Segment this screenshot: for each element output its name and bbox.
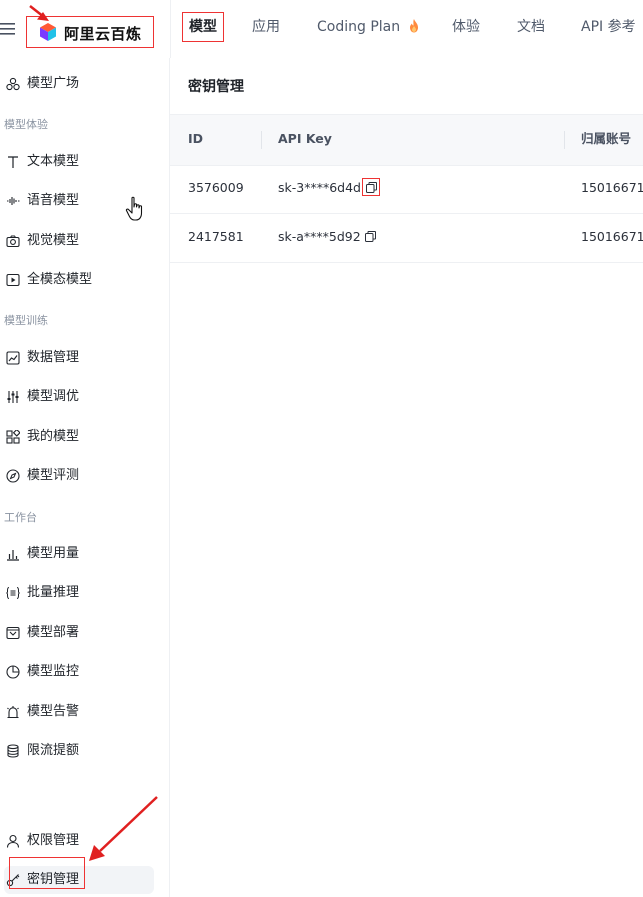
sidebar-item-label: 模型评测 bbox=[27, 468, 80, 483]
compass-icon bbox=[6, 469, 20, 483]
sidebar-item-label: 模型广场 bbox=[27, 76, 80, 91]
sidebar-item-label: 全模态模型 bbox=[27, 272, 93, 287]
sidebar-item-label: 视觉模型 bbox=[27, 233, 80, 248]
audio-wave-icon bbox=[7, 197, 20, 205]
nav-tab-api-reference[interactable]: API 参考 bbox=[581, 12, 636, 42]
cell-api-key: sk-3****6d4d bbox=[278, 164, 380, 213]
column-divider bbox=[564, 131, 565, 149]
nav-tab-api-reference-label: API 参考 bbox=[581, 19, 636, 35]
sidebar-item-label: 数据管理 bbox=[27, 350, 80, 365]
brand-name: 阿里云百炼 bbox=[64, 25, 142, 43]
sidebar-item-text-model[interactable]: 文本模型 bbox=[0, 148, 160, 176]
sidebar-item-model-tuning[interactable]: 模型调优 bbox=[0, 383, 160, 411]
sidebar-item-label: 批量推理 bbox=[27, 585, 80, 600]
sidebar-item-rate-limit[interactable]: 限流提额 bbox=[0, 737, 160, 765]
column-header-id: ID bbox=[188, 131, 204, 146]
chart-line-icon bbox=[6, 351, 20, 365]
table-header: ID API Key 归属账号 bbox=[170, 114, 643, 166]
sidebar-item-label: 模型用量 bbox=[27, 546, 80, 561]
annotation-highlight-key-management bbox=[9, 857, 85, 889]
download-box-icon bbox=[6, 626, 20, 640]
column-header-account: 归属账号 bbox=[581, 131, 632, 146]
sidebar-item-label: 模型调优 bbox=[27, 389, 80, 404]
nav-tab-docs[interactable]: 文档 bbox=[517, 12, 545, 42]
nav-tab-apps-label: 应用 bbox=[252, 19, 280, 35]
column-divider bbox=[261, 131, 262, 149]
cell-account: 150166712 bbox=[581, 180, 643, 195]
sidebar-item-batch-inference[interactable]: 批量推理 bbox=[0, 579, 160, 607]
nav-tab-coding-plan-label: Coding Plan bbox=[317, 19, 401, 35]
brand-logo[interactable]: 阿里云百炼 bbox=[26, 16, 154, 48]
sidebar-item-model-evaluation[interactable]: 模型评测 bbox=[0, 462, 160, 490]
hand-cursor-icon bbox=[125, 196, 143, 221]
sidebar-item-label: 限流提额 bbox=[27, 743, 80, 758]
sidebar-item-label: 文本模型 bbox=[27, 154, 80, 169]
camera-icon bbox=[6, 235, 20, 248]
cell-id: 2417581 bbox=[188, 229, 244, 244]
page-title: 密钥管理 bbox=[188, 79, 244, 95]
copy-button[interactable] bbox=[362, 178, 380, 196]
api-key-text: sk-a****5d92 bbox=[278, 229, 361, 244]
sidebar-item-label: 我的模型 bbox=[27, 429, 80, 444]
header-divider bbox=[170, 0, 171, 58]
api-key-text: sk-3****6d4d bbox=[278, 180, 361, 195]
cell-id: 3576009 bbox=[188, 180, 244, 195]
top-bar: 阿里云百炼 模型 应用 Coding Plan 体验 文档 API 参考 bbox=[0, 0, 643, 58]
sidebar: 模型广场 模型体验 文本模型 语音模型 视觉模型 全模态模型 模型训练 数据管理… bbox=[0, 58, 170, 897]
sidebar-item-label: 权限管理 bbox=[27, 833, 80, 848]
sidebar-item-omni-model[interactable]: 全模态模型 bbox=[0, 266, 160, 294]
sidebar-group-training: 模型训练 bbox=[4, 314, 48, 327]
sidebar-item-label: 模型监控 bbox=[27, 664, 80, 679]
copy-icon bbox=[366, 182, 377, 193]
alarm-bell-icon bbox=[7, 706, 19, 719]
sidebar-item-model-square[interactable]: 模型广场 bbox=[0, 70, 160, 98]
sidebar-item-label: 语音模型 bbox=[27, 193, 80, 208]
nav-tab-models[interactable]: 模型 bbox=[182, 12, 224, 42]
grid-blocks-icon bbox=[6, 430, 20, 444]
cloud-network-icon bbox=[6, 77, 20, 91]
sidebar-item-label: 模型告警 bbox=[27, 704, 80, 719]
sidebar-item-model-usage[interactable]: 模型用量 bbox=[0, 540, 160, 568]
nav-tab-docs-label: 文档 bbox=[517, 19, 545, 35]
main-content: 密钥管理 ID API Key 归属账号 3576009 sk-3****6d4… bbox=[170, 58, 643, 897]
text-t-icon bbox=[8, 156, 18, 168]
sidebar-group-workbench: 工作台 bbox=[4, 511, 37, 524]
nav-tab-experience[interactable]: 体验 bbox=[452, 12, 480, 42]
sidebar-group-experience: 模型体验 bbox=[4, 118, 48, 131]
hamburger-menu-icon[interactable] bbox=[0, 22, 16, 36]
sliders-icon bbox=[7, 391, 19, 403]
sidebar-item-model-monitoring[interactable]: 模型监控 bbox=[0, 658, 160, 686]
database-icon bbox=[7, 744, 19, 758]
table-row: 3576009 sk-3****6d4d 150166712 bbox=[170, 164, 643, 214]
nav-tab-models-label: 模型 bbox=[189, 19, 217, 35]
column-header-api-key: API Key bbox=[278, 131, 332, 146]
cell-api-key: sk-a****5d92 bbox=[278, 213, 376, 262]
brand-logo-icon bbox=[40, 23, 56, 41]
sidebar-item-permissions[interactable]: 权限管理 bbox=[0, 827, 160, 855]
nav-tab-experience-label: 体验 bbox=[452, 19, 480, 35]
sidebar-item-label: 模型部署 bbox=[27, 625, 80, 640]
pie-chart-icon bbox=[6, 665, 20, 679]
flame-icon bbox=[409, 19, 418, 33]
sidebar-item-vision-model[interactable]: 视觉模型 bbox=[0, 227, 160, 255]
sidebar-item-model-deployment[interactable]: 模型部署 bbox=[0, 619, 160, 647]
user-icon bbox=[6, 834, 20, 848]
cell-account: 150166712 bbox=[581, 229, 643, 244]
copy-icon[interactable] bbox=[364, 231, 376, 242]
sidebar-item-data-management[interactable]: 数据管理 bbox=[0, 344, 160, 372]
nav-tab-apps[interactable]: 应用 bbox=[252, 12, 280, 42]
list-brackets-icon bbox=[6, 587, 20, 599]
sidebar-item-my-models[interactable]: 我的模型 bbox=[0, 423, 160, 451]
sidebar-item-model-alerts[interactable]: 模型告警 bbox=[0, 698, 160, 726]
nav-tab-coding-plan[interactable]: Coding Plan bbox=[317, 12, 420, 42]
bar-chart-icon bbox=[7, 550, 19, 561]
media-frame-icon bbox=[6, 273, 20, 287]
table-row: 2417581 sk-a****5d92 150166712 bbox=[170, 213, 643, 263]
